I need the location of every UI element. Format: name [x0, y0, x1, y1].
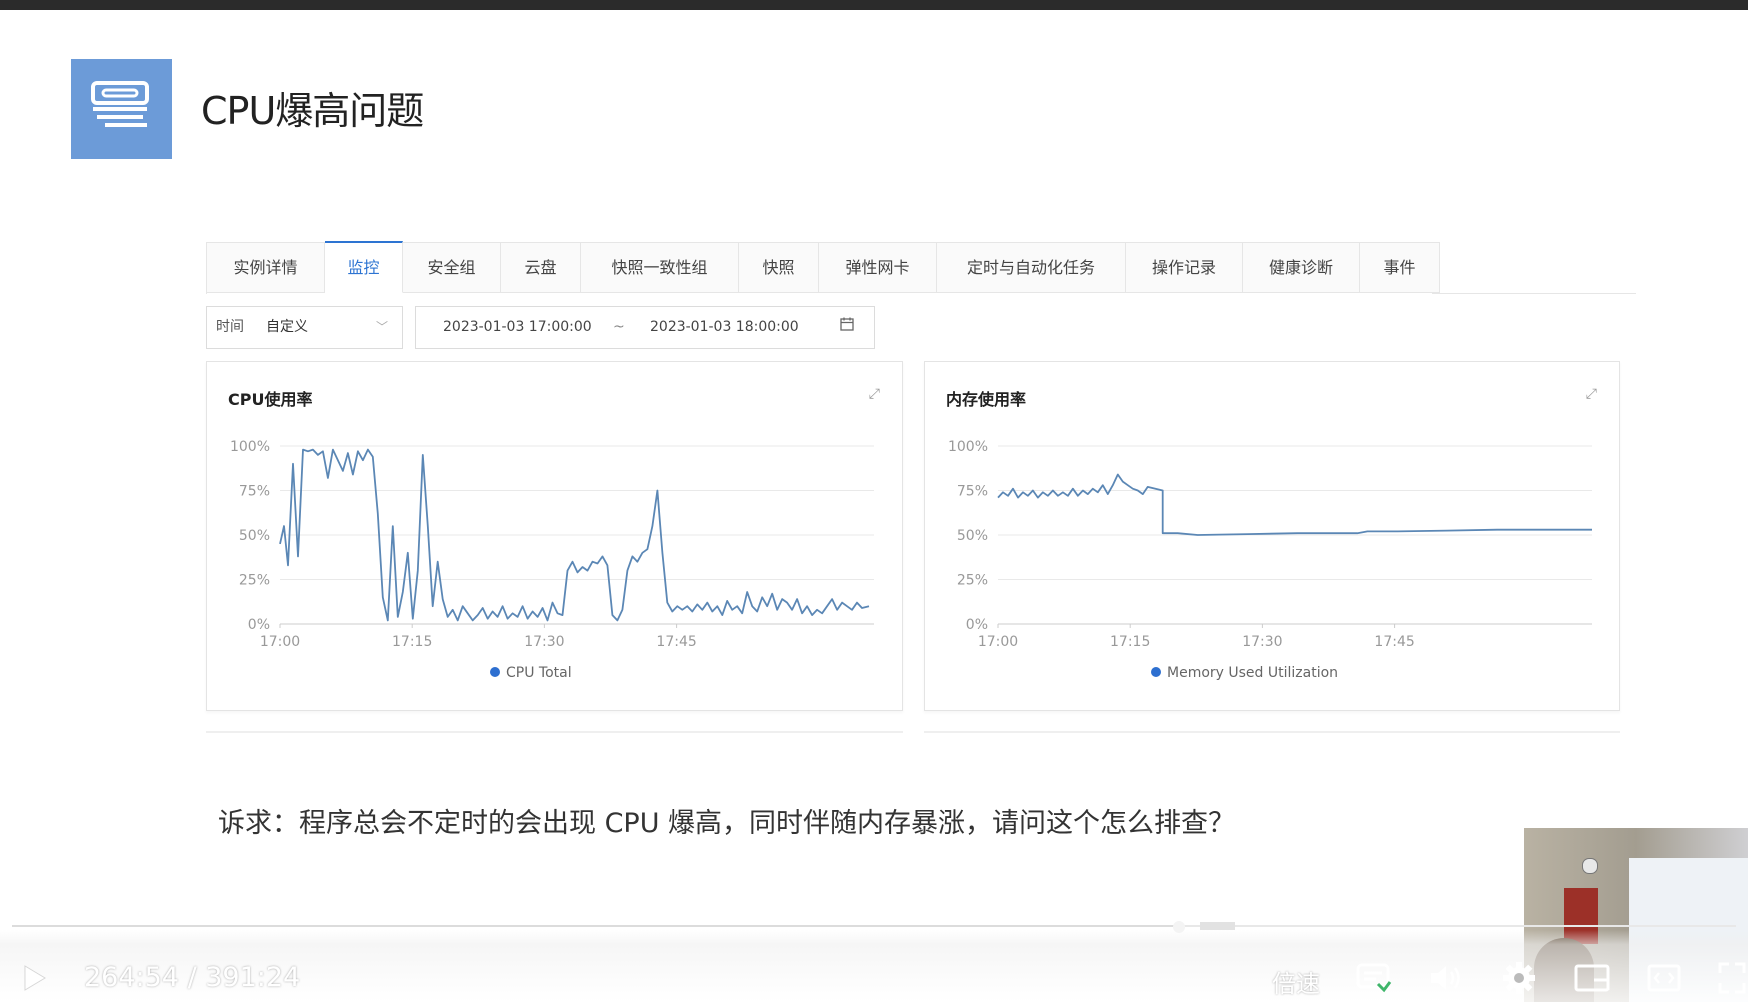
end-time: 2023-01-03 18:00:00: [650, 319, 799, 335]
x-tick-label: 17:30: [1242, 634, 1282, 650]
y-tick-label: 100%: [230, 439, 270, 455]
tab-0[interactable]: 实例详情: [207, 243, 325, 293]
memory-usage-chart: 100% 75% 50% 25% 0%17:00 17:15 17:30 17:45 Memor…: [948, 439, 1592, 681]
x-tick-label: 17:45: [1374, 634, 1414, 650]
panel-divider: [206, 731, 903, 733]
tab-6[interactable]: 弹性网卡: [819, 243, 937, 293]
progress-buffer: [1200, 922, 1235, 930]
time-display: 264:54 / 391:24: [84, 962, 301, 993]
x-tick-label: 17:15: [392, 634, 432, 650]
volume-icon[interactable]: [1428, 962, 1464, 998]
time-range-select[interactable]: 时间 自定义 ﹀: [206, 306, 403, 349]
tab-8[interactable]: 操作记录: [1126, 243, 1243, 293]
tab-1[interactable]: 监控: [325, 241, 403, 293]
memory-usage-panel: 内存使用率 ⤢ 100% 75% 50% 25% 0% 17:00 17:15 17:30 17…: [924, 361, 1620, 711]
legend-label: CPU Total: [506, 665, 572, 681]
speed-button[interactable]: 倍速: [1272, 964, 1320, 999]
x-tick-label: 17:00: [260, 634, 300, 650]
x-tick-label: 17:00: [978, 634, 1018, 650]
tab-9[interactable]: 健康诊断: [1243, 243, 1360, 293]
tabs-divider: [1432, 293, 1636, 294]
tab-2[interactable]: 安全组: [403, 243, 501, 293]
tab-5[interactable]: 快照: [739, 243, 819, 293]
server-icon: [71, 59, 172, 159]
settings-icon[interactable]: [1502, 961, 1536, 999]
y-tick-label: 50%: [239, 528, 270, 544]
y-tick-label: 25%: [239, 573, 270, 589]
tab-3[interactable]: 云盘: [501, 243, 581, 293]
legend-label: Memory Used Utilization: [1167, 665, 1338, 681]
cpu-usage-chart: 100% 75% 50% 25% 0%17:00 17:15 17:30 17:45 CPU T…: [230, 439, 874, 681]
y-tick-label: 25%: [957, 573, 988, 589]
panel-divider: [924, 731, 1620, 733]
legend-marker: [1151, 667, 1161, 677]
y-tick-label: 75%: [957, 484, 988, 500]
window-top-bar: [0, 0, 1748, 10]
series-line: [997, 473, 1592, 536]
y-tick-label: 0%: [248, 617, 270, 633]
page-title: CPU爆高问题: [201, 89, 424, 133]
tab-4[interactable]: 快照一致性组: [581, 243, 739, 293]
start-time: 2023-01-03 17:00:00: [443, 319, 592, 335]
danmaku-icon[interactable]: [1356, 962, 1392, 998]
x-tick-label: 17:30: [524, 634, 564, 650]
y-tick-label: 0%: [966, 617, 988, 633]
cpu-usage-panel: CPU使用率 ⤢ 100% 75% 50% 25% 0% 17:00 17:15 17:30 1…: [206, 361, 903, 711]
x-tick-label: 17:45: [656, 634, 696, 650]
y-tick-label: 75%: [239, 484, 270, 500]
x-tick-label: 17:15: [1110, 634, 1150, 650]
calendar-icon[interactable]: [840, 307, 854, 348]
instance-tabs: 实例详情 监控 安全组 云盘 快照一致性组 快照 弹性网卡 定时与自动化任务 操作记录 健康诊断事…: [206, 241, 1440, 294]
range-separator: ~: [613, 319, 625, 335]
progress-fill: [12, 925, 1180, 927]
time-label: 时间: [216, 319, 244, 335]
question-text: 诉求：程序总会不定时的会出现 CPU 爆高，同时伴随内存暴涨，请问这个怎么排查？: [218, 808, 1236, 839]
date-range-picker[interactable]: 2023-01-03 17:00:00 ~ 2023-01-03 18:00:0…: [415, 306, 875, 349]
tab-7[interactable]: 定时与自动化任务: [937, 243, 1126, 293]
fullscreen-icon[interactable]: [1718, 962, 1746, 998]
legend-marker: [490, 667, 500, 677]
mini-player-icon[interactable]: [1574, 964, 1610, 996]
y-tick-label: 50%: [957, 528, 988, 544]
play-icon[interactable]: [22, 964, 48, 996]
time-mode-value: 自定义: [266, 319, 308, 335]
widescreen-icon[interactable]: [1647, 964, 1681, 996]
y-tick-label: 100%: [948, 439, 988, 455]
chevron-down-icon: ﹀: [375, 320, 388, 334]
tab-10[interactable]: 事件: [1360, 243, 1440, 293]
